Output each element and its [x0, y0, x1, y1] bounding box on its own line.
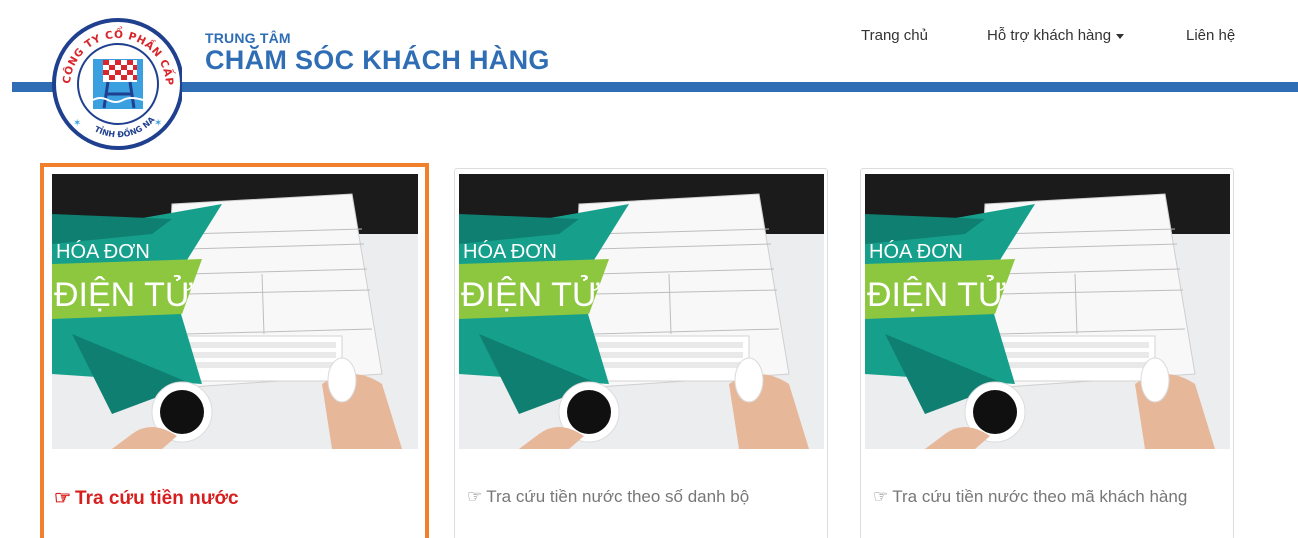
card-label-text: Tra cứu tiền nước theo số danh bộ [486, 487, 750, 506]
card-image-line1: HÓA ĐƠN [869, 240, 963, 263]
brand-title: CHĂM SÓC KHÁCH HÀNG [205, 45, 550, 75]
card-label[interactable]: ☞ Tra cứu tiền nước theo số danh bộ [467, 487, 749, 507]
nav-support-dropdown[interactable]: Hỗ trợ khách hàng [987, 27, 1125, 44]
card-image: HÓA ĐƠN ĐIỆN TỬ [865, 174, 1230, 449]
brand-block: TRUNG TÂM CHĂM SÓC KHÁCH HÀNG [205, 30, 550, 74]
card-image-line2: ĐIỆN TỬ [461, 276, 601, 314]
caret-down-icon [1116, 33, 1125, 39]
card-image-line2: ĐIỆN TỬ [54, 276, 194, 314]
pointing-hand-icon: ☞ [467, 487, 483, 506]
nav-contact-link[interactable]: Liên hệ [1186, 27, 1235, 44]
pointing-hand-icon: ☞ [54, 488, 72, 509]
pointing-hand-icon: ☞ [873, 487, 889, 506]
nav-support-label: Hỗ trợ khách hàng [987, 27, 1112, 44]
card-lookup-by-account-number[interactable]: HÓA ĐƠN ĐIỆN TỬ ☞ Tra cứu tiền nước theo … [454, 168, 828, 538]
card-label-text: Tra cứu tiền nước [75, 488, 239, 509]
card-image-line1: HÓA ĐƠN [463, 240, 557, 263]
card-image: HÓA ĐƠN ĐIỆN TỬ [52, 174, 418, 449]
svg-text:✶: ✶ [154, 118, 162, 129]
card-label[interactable]: ☞ Tra cứu tiền nước [54, 487, 239, 510]
card-lookup-water-bill[interactable]: HÓA ĐƠN ĐIỆN TỬ ☞ Tra cứu tiền nước [40, 163, 429, 538]
card-label[interactable]: ☞ Tra cứu tiền nước theo mã khách hàng [873, 487, 1187, 507]
card-image-line1: HÓA ĐƠN [56, 240, 150, 263]
card-label-text: Tra cứu tiền nước theo mã khách hàng [892, 487, 1188, 506]
company-logo[interactable]: CÔNG TY CỔ PHẦN CẤP NƯỚC NHƠN TRẠCH TỈNH… [43, 0, 184, 164]
card-lookup-by-customer-code[interactable]: HÓA ĐƠN ĐIỆN TỬ ☞ Tra cứu tiền nước theo … [860, 168, 1234, 538]
brand-subtitle: TRUNG TÂM [205, 30, 291, 46]
header-divider-bar [12, 82, 1298, 92]
svg-text:✶: ✶ [73, 118, 81, 129]
card-image-line2: ĐIỆN TỬ [867, 276, 1007, 314]
nav-home-link[interactable]: Trang chủ [861, 27, 928, 44]
card-image: HÓA ĐƠN ĐIỆN TỬ [459, 174, 824, 449]
